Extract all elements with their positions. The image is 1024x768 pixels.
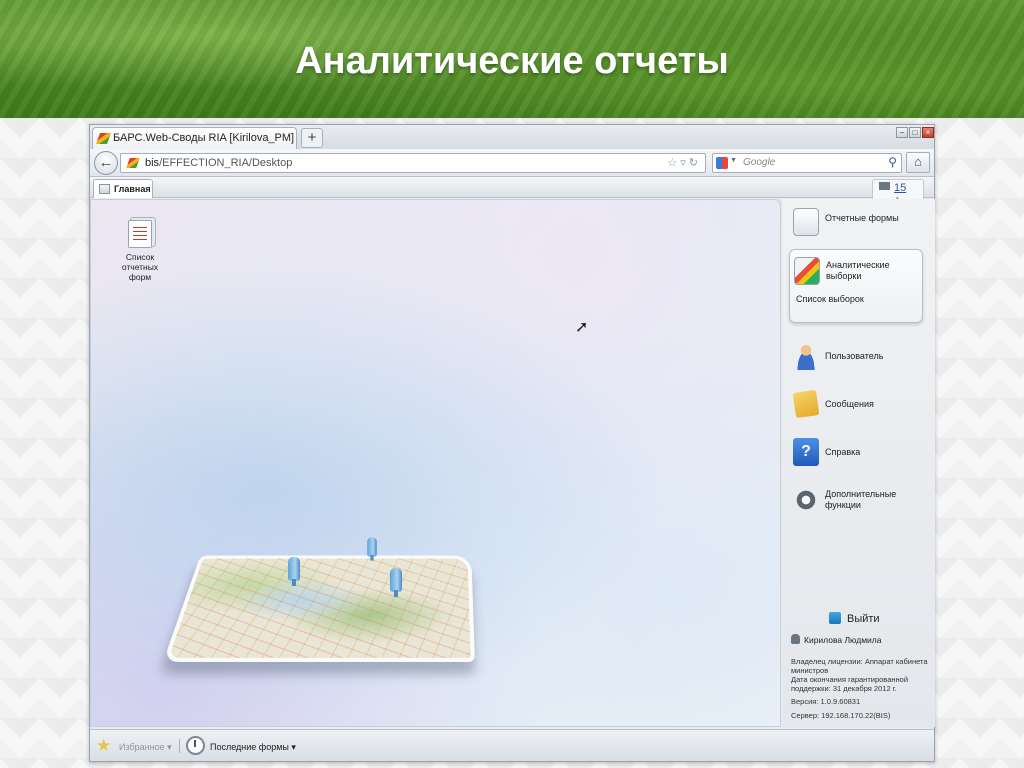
tab-home[interactable]: Главная [93, 179, 153, 198]
map-pin-icon [367, 537, 377, 561]
analytic-selections-icon [794, 257, 820, 285]
mouse-cursor-icon: ➚ [575, 319, 589, 336]
warranty-end: Дата окончания гарантированной поддержки… [791, 675, 909, 693]
sidebar-item-label: Аналитические выборки [826, 260, 890, 281]
user-name: Кирилова Людмила [804, 635, 882, 645]
counter-link[interactable]: 15 [894, 182, 906, 194]
browser-tab[interactable]: БАРС.Web-Своды RIA [Kirilova_PM] [92, 127, 297, 149]
url-host: bis [145, 157, 160, 169]
sidebar-item-label: Дополнительные функции [825, 489, 897, 510]
browser-nav-bar: ← bis/EFFECTION_RIA/Desktop ☆▿↻ ▼ Google… [90, 149, 934, 177]
person-icon [791, 634, 800, 644]
sidebar-item-report-forms[interactable]: Отчетные формы [789, 205, 929, 241]
home-tab-icon [99, 184, 110, 194]
sidebar-item-label: Сообщения [825, 399, 874, 409]
url-tools[interactable]: ☆▿↻ [667, 156, 701, 169]
map-pin-icon [390, 568, 402, 597]
sidebar-item-label: Пользователь [825, 351, 884, 361]
back-button[interactable]: ← [94, 151, 118, 175]
url-bar[interactable]: bis/EFFECTION_RIA/Desktop ☆▿↻ [120, 153, 706, 173]
report-forms-icon [793, 208, 819, 236]
user-icon [793, 342, 819, 370]
sidebar-item-analytic-selections[interactable]: Аналитические выборки [790, 254, 930, 290]
slide-title: Аналитические отчеты [295, 40, 729, 82]
desktop-icon-label: Список отчетных форм [121, 252, 159, 282]
url-path: /EFFECTION_RIA/Desktop [159, 157, 293, 169]
sidebar-item-help[interactable]: ? Справка [789, 435, 929, 471]
browser-tab-bar: БАРС.Web-Своды RIA [Kirilova_PM] + – □ × [90, 125, 934, 149]
desktop-area: Список отчетных форм ➚ [90, 199, 781, 727]
search-icon[interactable]: ⚲ [888, 155, 897, 169]
tab-home-label: Главная [114, 184, 151, 194]
bottom-bar: ★ Избранное ▾ Последние формы ▾ [90, 729, 934, 761]
gear-icon [793, 486, 819, 514]
map-pin-icon [288, 557, 300, 586]
divider [179, 739, 180, 753]
logout-label: Выйти [847, 613, 880, 625]
maximize-icon[interactable]: □ [909, 127, 921, 138]
license-owner: Владелец лицензии: Аппарат кабинета мини… [791, 657, 928, 675]
home-button[interactable]: ⌂ [906, 152, 930, 173]
app-area: Главная 15 ˄ Список отчетных форм ➚ Отче… [90, 177, 935, 761]
close-icon[interactable]: × [922, 127, 934, 138]
bars-logo-icon [95, 133, 112, 144]
app-tab-bar: Главная [90, 177, 934, 198]
new-tab-button[interactable]: + [301, 128, 323, 148]
sidebar-subitem-selection-list[interactable]: Список выборок [796, 294, 864, 304]
document-list-icon [128, 220, 152, 248]
sidebar-item-messages[interactable]: Сообщения [789, 387, 929, 423]
mail-icon [879, 182, 890, 190]
sidebar-item-label: Справка [825, 447, 861, 457]
desktop-icon-report-list[interactable]: Список отчетных форм [117, 220, 163, 282]
help-icon: ? [793, 438, 819, 466]
server-info: Сервер: 192.168.170.22(BIS) [791, 711, 891, 720]
sidebar-item-user[interactable]: Пользователь [789, 339, 929, 375]
right-sidebar: Отчетные формы Аналитические выборки Спи… [783, 199, 935, 727]
search-placeholder: Google [743, 157, 776, 168]
clock-icon[interactable] [186, 736, 205, 755]
sidebar-item-label: Отчетные формы [825, 213, 899, 223]
current-user: Кирилова Людмила [791, 634, 881, 645]
logout-button[interactable]: Выйти [829, 612, 880, 625]
messages-icon [792, 389, 820, 419]
search-input[interactable]: ▼ Google ⚲ [712, 153, 902, 173]
site-favicon-icon [126, 158, 140, 168]
browser-tab-title: БАРС.Web-Своды RIA [Kirilova_PM] [113, 132, 295, 144]
favorites-menu[interactable]: Избранное ▾ [119, 742, 172, 753]
slide-header-banner: Аналитические отчеты [0, 0, 1024, 118]
logout-icon [829, 612, 841, 624]
map-illustration [162, 555, 475, 662]
sidebar-panel-analytic: Аналитические выборки Список выборок [789, 249, 923, 323]
chevron-down-icon[interactable]: ▼ [730, 157, 737, 164]
google-icon[interactable] [716, 157, 728, 169]
sidebar-item-extra-functions[interactable]: Дополнительные функции [789, 483, 929, 519]
star-icon[interactable]: ★ [96, 737, 111, 754]
version-info: Версия: 1.0.9.60831 [791, 697, 861, 706]
browser-window: БАРС.Web-Своды RIA [Kirilova_PM] + – □ ×… [89, 124, 935, 762]
recent-forms-menu[interactable]: Последние формы ▾ [210, 742, 296, 753]
minimize-icon[interactable]: – [896, 127, 908, 138]
